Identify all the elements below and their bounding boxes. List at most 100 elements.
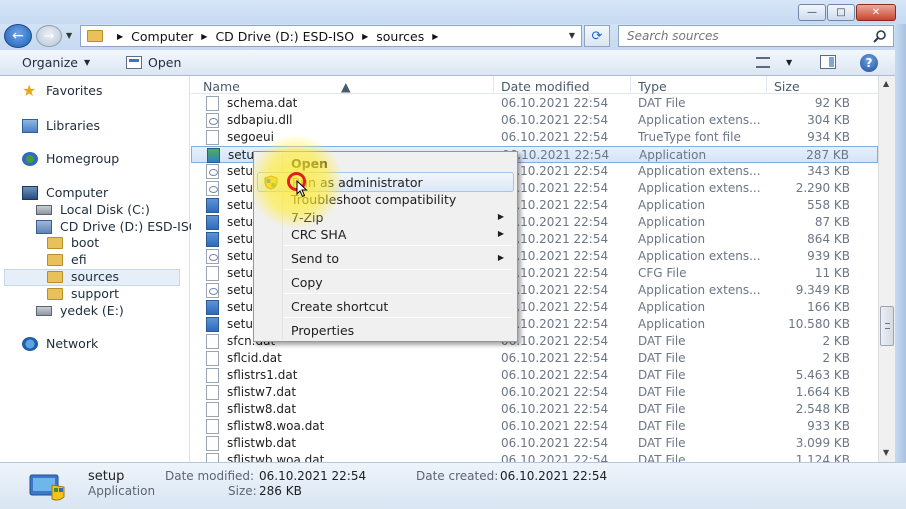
file-row[interactable]: segoeui 06.10.2021 22:54 TrueType font fil… — [191, 129, 878, 146]
cfg-file-icon — [206, 266, 219, 281]
sidebar-item-efi[interactable]: efi — [47, 252, 87, 267]
file-size: 5.463 KB — [795, 368, 850, 382]
breadcrumb-separator-icon[interactable]: ▶ — [201, 32, 207, 41]
sidebar-item-cd-drive[interactable]: CD Drive (D:) ESD-ISO — [36, 219, 199, 234]
column-header-size[interactable]: Size — [774, 79, 800, 94]
help-icon[interactable]: ? — [860, 54, 878, 72]
recent-pages-dropdown[interactable]: ▼ — [66, 31, 72, 40]
column-header-date[interactable]: Date modified — [501, 79, 590, 94]
sidebar-item-network[interactable]: Network — [22, 336, 98, 351]
file-type: DAT File — [638, 334, 686, 348]
folder-icon — [47, 270, 63, 283]
sidebar-item-homegroup[interactable]: Homegroup — [22, 151, 119, 166]
file-name: sflistw8.dat — [227, 402, 297, 416]
back-button[interactable]: ← — [4, 24, 32, 48]
sidebar-item-boot[interactable]: boot — [47, 235, 99, 250]
file-type: CFG File — [638, 266, 687, 280]
file-row[interactable]: sflistw7.dat 06.10.2021 22:54 DAT File 1.66… — [191, 384, 878, 401]
column-divider[interactable] — [630, 76, 631, 94]
breadcrumb-cd-drive[interactable]: CD Drive (D:) ESD-ISO — [215, 29, 354, 44]
file-type: Application — [639, 148, 707, 162]
file-size: 9.349 KB — [795, 283, 850, 297]
file-row[interactable]: sflistwb.dat 06.10.2021 22:54 DAT File 3.09… — [191, 435, 878, 452]
forward-button[interactable]: → — [36, 25, 62, 47]
menu-item-crc-sha[interactable]: CRC SHA ▶ — [257, 225, 514, 245]
view-dropdown-icon[interactable]: ▼ — [786, 58, 792, 67]
sidebar-item-label: Favorites — [46, 83, 103, 98]
breadcrumb-separator-icon[interactable]: ▶ — [432, 32, 438, 41]
file-size: 2 KB — [822, 351, 850, 365]
submenu-arrow-icon: ▶ — [497, 253, 504, 262]
grip-icon — [885, 323, 890, 329]
close-button[interactable]: ✕ — [856, 4, 896, 21]
address-bar[interactable]: ▶ Computer ▶ CD Drive (D:) ESD-ISO ▶ sou… — [80, 25, 582, 47]
scroll-down-icon[interactable]: ▼ — [883, 448, 889, 457]
app-file-icon — [206, 300, 219, 315]
search-box[interactable] — [618, 25, 894, 47]
file-type: Application extens... — [638, 181, 761, 195]
sidebar-item-label: support — [71, 286, 119, 301]
sidebar-item-sources[interactable]: sources — [47, 269, 119, 284]
file-row[interactable]: sflistw8.dat 06.10.2021 22:54 DAT File 2.54… — [191, 401, 878, 418]
open-label: Open — [148, 55, 182, 70]
address-dropdown-icon[interactable]: ▼ — [569, 31, 575, 40]
menu-item-properties[interactable]: Properties — [257, 321, 514, 341]
file-row[interactable]: sflistw8.woa.dat 06.10.2021 22:54 DAT File… — [191, 418, 878, 435]
column-header-name[interactable]: Name — [203, 79, 240, 94]
breadcrumb-computer[interactable]: Computer — [131, 29, 193, 44]
menu-separator — [284, 269, 512, 270]
details-created-value: 06.10.2021 22:54 — [500, 469, 608, 483]
sidebar-item-yedek[interactable]: yedek (E:) — [36, 303, 124, 318]
homegroup-icon — [22, 151, 38, 166]
file-row[interactable]: sflistwb.woa.dat 06.10.2021 22:54 DAT File… — [191, 452, 878, 462]
column-header-type[interactable]: Type — [638, 79, 667, 94]
file-name: setu — [227, 266, 253, 280]
sidebar-item-local-disk[interactable]: Local Disk (C:) — [36, 202, 150, 217]
scroll-up-icon[interactable]: ▲ — [883, 79, 889, 88]
preview-pane-icon[interactable] — [820, 55, 836, 69]
file-name: setu — [227, 198, 253, 212]
menu-item-run-as-administrator[interactable]: Run as administrator — [257, 172, 514, 192]
menu-item-copy[interactable]: Copy — [257, 273, 514, 293]
file-name: schema.dat — [227, 96, 298, 110]
file-row[interactable]: sflistrs1.dat 06.10.2021 22:54 DAT File 5.4… — [191, 367, 878, 384]
maximize-button[interactable]: □ — [827, 4, 855, 21]
breadcrumb-separator-icon[interactable]: ▶ — [117, 32, 123, 41]
file-type: DAT File — [638, 368, 686, 382]
sidebar-item-label: boot — [71, 235, 100, 250]
breadcrumb-sources[interactable]: sources — [376, 29, 424, 44]
refresh-button[interactable]: ⟳ — [584, 25, 610, 47]
column-divider[interactable] — [766, 76, 767, 94]
dll-file-icon — [206, 164, 219, 179]
column-divider[interactable] — [493, 76, 494, 94]
disk-icon — [36, 204, 52, 215]
scrollbar-thumb[interactable] — [880, 306, 894, 346]
file-row[interactable]: sflcid.dat 06.10.2021 22:54 DAT File 2 KB — [191, 350, 878, 367]
change-view-icon[interactable] — [756, 57, 770, 68]
column-header-row: ▲ Name Date modified Type Size — [191, 76, 878, 94]
menu-item-open[interactable]: Open — [257, 154, 514, 174]
file-type: DAT File — [638, 402, 686, 416]
file-type: DAT File — [638, 453, 686, 462]
details-file-name: setup — [88, 469, 125, 484]
sidebar-item-libraries[interactable]: Libraries — [22, 118, 100, 133]
menu-separator — [284, 293, 512, 294]
menu-item-troubleshoot[interactable]: Troubleshoot compatibility — [257, 190, 514, 210]
search-input[interactable] — [619, 29, 859, 43]
dll-file-icon — [206, 181, 219, 196]
file-row[interactable]: schema.dat 06.10.2021 22:54 DAT File 92 KB — [191, 95, 878, 112]
sidebar-item-support[interactable]: support — [47, 286, 119, 301]
open-button[interactable]: Open — [126, 55, 181, 70]
menu-item-send-to[interactable]: Send to ▶ — [257, 249, 514, 269]
search-icon[interactable] — [873, 29, 887, 43]
breadcrumb-separator-icon[interactable]: ▶ — [362, 32, 368, 41]
sidebar-item-computer[interactable]: Computer — [22, 185, 108, 200]
minimize-button[interactable]: — — [798, 4, 826, 21]
file-date: 06.10.2021 22:54 — [501, 436, 609, 450]
file-row[interactable]: sdbapiu.dll 06.10.2021 22:54 Application e… — [191, 112, 878, 129]
menu-item-create-shortcut[interactable]: Create shortcut — [257, 297, 514, 317]
organize-button[interactable]: Organize ▼ — [22, 55, 90, 70]
file-date: 06.10.2021 22:54 — [501, 96, 609, 110]
vertical-scrollbar[interactable]: ▲ ▼ — [878, 76, 895, 462]
sidebar-item-favorites[interactable]: ★ Favorites — [22, 82, 103, 98]
